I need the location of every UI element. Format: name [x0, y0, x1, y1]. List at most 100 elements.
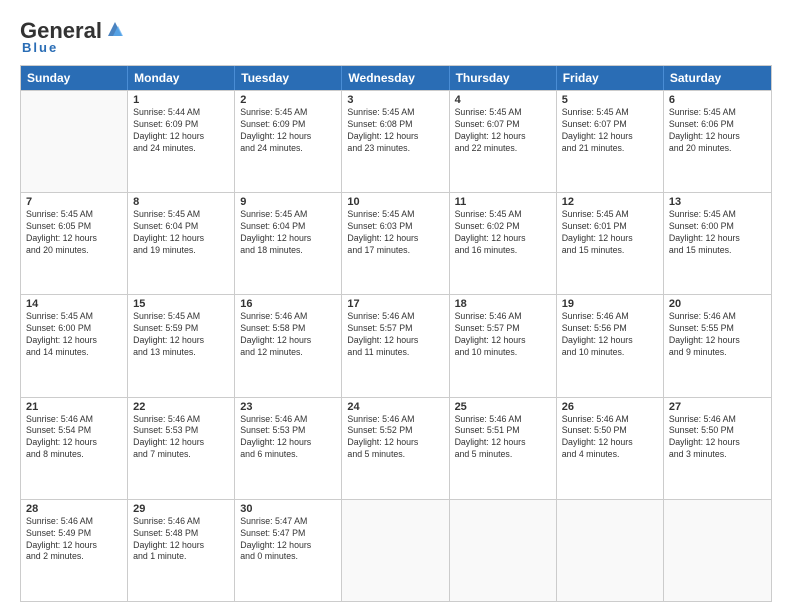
calendar-cell: 22Sunrise: 5:46 AM Sunset: 5:53 PM Dayli…: [128, 398, 235, 499]
day-info: Sunrise: 5:45 AM Sunset: 5:59 PM Dayligh…: [133, 311, 229, 359]
day-info: Sunrise: 5:45 AM Sunset: 6:09 PM Dayligh…: [240, 107, 336, 155]
day-info: Sunrise: 5:45 AM Sunset: 6:00 PM Dayligh…: [669, 209, 766, 257]
calendar-row-4: 21Sunrise: 5:46 AM Sunset: 5:54 PM Dayli…: [21, 397, 771, 499]
calendar-cell: 3Sunrise: 5:45 AM Sunset: 6:08 PM Daylig…: [342, 91, 449, 192]
day-info: Sunrise: 5:46 AM Sunset: 5:48 PM Dayligh…: [133, 516, 229, 564]
calendar-cell: 5Sunrise: 5:45 AM Sunset: 6:07 PM Daylig…: [557, 91, 664, 192]
calendar-cell: [664, 500, 771, 601]
day-number: 8: [133, 196, 229, 208]
day-info: Sunrise: 5:45 AM Sunset: 6:07 PM Dayligh…: [562, 107, 658, 155]
calendar-cell: 11Sunrise: 5:45 AM Sunset: 6:02 PM Dayli…: [450, 193, 557, 294]
calendar-cell: [450, 500, 557, 601]
day-number: 6: [669, 94, 766, 106]
calendar-cell: 12Sunrise: 5:45 AM Sunset: 6:01 PM Dayli…: [557, 193, 664, 294]
day-info: Sunrise: 5:45 AM Sunset: 6:08 PM Dayligh…: [347, 107, 443, 155]
weekday-header-thursday: Thursday: [450, 66, 557, 90]
day-number: 3: [347, 94, 443, 106]
calendar-cell: [21, 91, 128, 192]
calendar-cell: 19Sunrise: 5:46 AM Sunset: 5:56 PM Dayli…: [557, 295, 664, 396]
day-number: 26: [562, 401, 658, 413]
day-info: Sunrise: 5:46 AM Sunset: 5:53 PM Dayligh…: [133, 414, 229, 462]
calendar-cell: [342, 500, 449, 601]
day-info: Sunrise: 5:45 AM Sunset: 6:03 PM Dayligh…: [347, 209, 443, 257]
day-number: 5: [562, 94, 658, 106]
day-number: 23: [240, 401, 336, 413]
weekday-header-friday: Friday: [557, 66, 664, 90]
day-info: Sunrise: 5:46 AM Sunset: 5:51 PM Dayligh…: [455, 414, 551, 462]
day-info: Sunrise: 5:45 AM Sunset: 6:06 PM Dayligh…: [669, 107, 766, 155]
day-info: Sunrise: 5:46 AM Sunset: 5:50 PM Dayligh…: [669, 414, 766, 462]
day-number: 9: [240, 196, 336, 208]
day-number: 12: [562, 196, 658, 208]
calendar-cell: 8Sunrise: 5:45 AM Sunset: 6:04 PM Daylig…: [128, 193, 235, 294]
day-number: 28: [26, 503, 122, 515]
day-number: 29: [133, 503, 229, 515]
day-number: 18: [455, 298, 551, 310]
day-info: Sunrise: 5:46 AM Sunset: 5:52 PM Dayligh…: [347, 414, 443, 462]
calendar-cell: 1Sunrise: 5:44 AM Sunset: 6:09 PM Daylig…: [128, 91, 235, 192]
day-number: 7: [26, 196, 122, 208]
day-info: Sunrise: 5:46 AM Sunset: 5:58 PM Dayligh…: [240, 311, 336, 359]
weekday-header-saturday: Saturday: [664, 66, 771, 90]
calendar-cell: [557, 500, 664, 601]
weekday-header-wednesday: Wednesday: [342, 66, 449, 90]
day-info: Sunrise: 5:46 AM Sunset: 5:49 PM Dayligh…: [26, 516, 122, 564]
day-info: Sunrise: 5:45 AM Sunset: 6:05 PM Dayligh…: [26, 209, 122, 257]
day-info: Sunrise: 5:45 AM Sunset: 6:04 PM Dayligh…: [240, 209, 336, 257]
calendar-cell: 17Sunrise: 5:46 AM Sunset: 5:57 PM Dayli…: [342, 295, 449, 396]
logo: General Blue: [20, 18, 126, 55]
day-info: Sunrise: 5:45 AM Sunset: 6:00 PM Dayligh…: [26, 311, 122, 359]
day-number: 15: [133, 298, 229, 310]
day-info: Sunrise: 5:46 AM Sunset: 5:53 PM Dayligh…: [240, 414, 336, 462]
calendar-cell: 16Sunrise: 5:46 AM Sunset: 5:58 PM Dayli…: [235, 295, 342, 396]
logo-blue-text: Blue: [22, 40, 58, 55]
calendar-cell: 4Sunrise: 5:45 AM Sunset: 6:07 PM Daylig…: [450, 91, 557, 192]
day-info: Sunrise: 5:46 AM Sunset: 5:55 PM Dayligh…: [669, 311, 766, 359]
day-info: Sunrise: 5:46 AM Sunset: 5:50 PM Dayligh…: [562, 414, 658, 462]
day-info: Sunrise: 5:44 AM Sunset: 6:09 PM Dayligh…: [133, 107, 229, 155]
calendar-row-5: 28Sunrise: 5:46 AM Sunset: 5:49 PM Dayli…: [21, 499, 771, 601]
header: General Blue: [20, 18, 772, 55]
calendar-cell: 13Sunrise: 5:45 AM Sunset: 6:00 PM Dayli…: [664, 193, 771, 294]
weekday-header-sunday: Sunday: [21, 66, 128, 90]
day-info: Sunrise: 5:46 AM Sunset: 5:57 PM Dayligh…: [455, 311, 551, 359]
day-info: Sunrise: 5:46 AM Sunset: 5:56 PM Dayligh…: [562, 311, 658, 359]
day-number: 20: [669, 298, 766, 310]
day-info: Sunrise: 5:45 AM Sunset: 6:04 PM Dayligh…: [133, 209, 229, 257]
day-number: 10: [347, 196, 443, 208]
day-number: 11: [455, 196, 551, 208]
day-number: 30: [240, 503, 336, 515]
day-info: Sunrise: 5:46 AM Sunset: 5:54 PM Dayligh…: [26, 414, 122, 462]
calendar-cell: 30Sunrise: 5:47 AM Sunset: 5:47 PM Dayli…: [235, 500, 342, 601]
calendar-cell: 10Sunrise: 5:45 AM Sunset: 6:03 PM Dayli…: [342, 193, 449, 294]
day-number: 17: [347, 298, 443, 310]
weekday-header-tuesday: Tuesday: [235, 66, 342, 90]
day-number: 1: [133, 94, 229, 106]
logo-icon: [104, 18, 126, 40]
calendar-cell: 9Sunrise: 5:45 AM Sunset: 6:04 PM Daylig…: [235, 193, 342, 294]
calendar-cell: 26Sunrise: 5:46 AM Sunset: 5:50 PM Dayli…: [557, 398, 664, 499]
calendar-row-1: 1Sunrise: 5:44 AM Sunset: 6:09 PM Daylig…: [21, 90, 771, 192]
day-info: Sunrise: 5:47 AM Sunset: 5:47 PM Dayligh…: [240, 516, 336, 564]
day-number: 2: [240, 94, 336, 106]
calendar-cell: 2Sunrise: 5:45 AM Sunset: 6:09 PM Daylig…: [235, 91, 342, 192]
calendar-cell: 6Sunrise: 5:45 AM Sunset: 6:06 PM Daylig…: [664, 91, 771, 192]
calendar-cell: 18Sunrise: 5:46 AM Sunset: 5:57 PM Dayli…: [450, 295, 557, 396]
calendar-cell: 23Sunrise: 5:46 AM Sunset: 5:53 PM Dayli…: [235, 398, 342, 499]
calendar-row-3: 14Sunrise: 5:45 AM Sunset: 6:00 PM Dayli…: [21, 294, 771, 396]
day-number: 13: [669, 196, 766, 208]
day-number: 24: [347, 401, 443, 413]
day-number: 14: [26, 298, 122, 310]
day-number: 22: [133, 401, 229, 413]
calendar-cell: 27Sunrise: 5:46 AM Sunset: 5:50 PM Dayli…: [664, 398, 771, 499]
calendar-cell: 21Sunrise: 5:46 AM Sunset: 5:54 PM Dayli…: [21, 398, 128, 499]
day-number: 19: [562, 298, 658, 310]
calendar-header: SundayMondayTuesdayWednesdayThursdayFrid…: [21, 66, 771, 90]
day-info: Sunrise: 5:45 AM Sunset: 6:07 PM Dayligh…: [455, 107, 551, 155]
calendar-cell: 29Sunrise: 5:46 AM Sunset: 5:48 PM Dayli…: [128, 500, 235, 601]
calendar-cell: 24Sunrise: 5:46 AM Sunset: 5:52 PM Dayli…: [342, 398, 449, 499]
calendar-cell: 25Sunrise: 5:46 AM Sunset: 5:51 PM Dayli…: [450, 398, 557, 499]
calendar-body: 1Sunrise: 5:44 AM Sunset: 6:09 PM Daylig…: [21, 90, 771, 601]
calendar: SundayMondayTuesdayWednesdayThursdayFrid…: [20, 65, 772, 602]
calendar-cell: 14Sunrise: 5:45 AM Sunset: 6:00 PM Dayli…: [21, 295, 128, 396]
